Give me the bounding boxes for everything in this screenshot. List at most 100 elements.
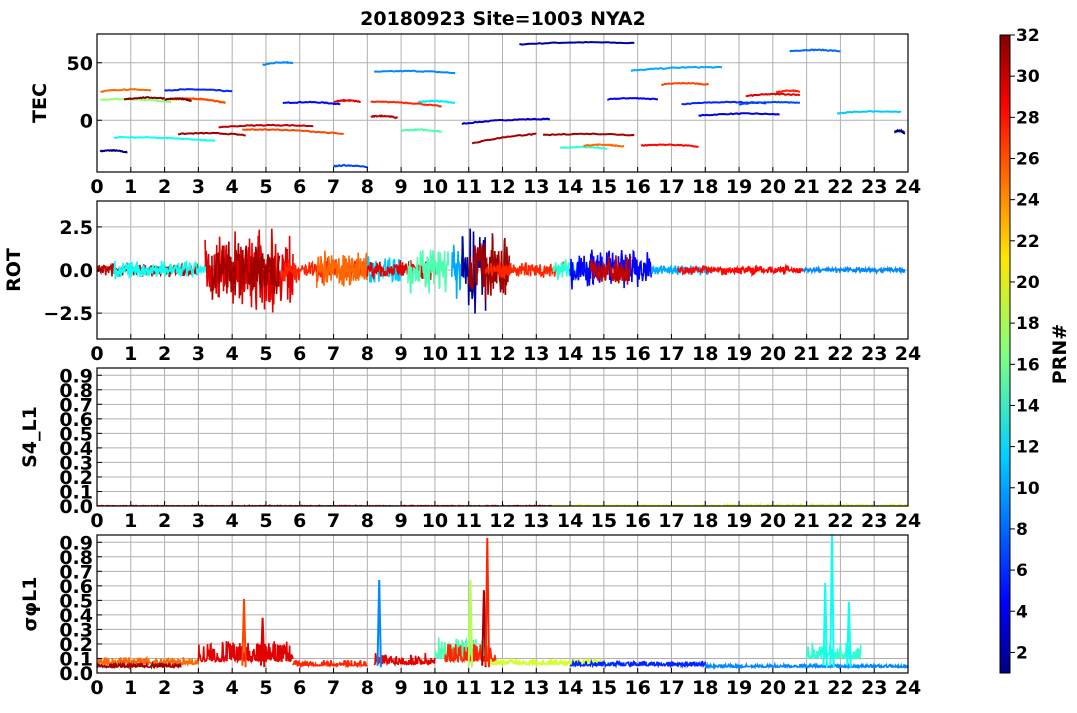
y-tick-label: 2.5 — [59, 217, 93, 239]
tec-series-prn-14 — [559, 145, 608, 150]
x-tick-label: 11 — [455, 176, 481, 198]
x-tick-label: 19 — [726, 343, 752, 365]
x-tick-label: 8 — [361, 176, 374, 198]
series-prn-28 — [677, 262, 804, 278]
x-tick-label: 20 — [760, 343, 786, 365]
colorbar-ticks: 2468101214161820222426283032 — [1010, 26, 1040, 663]
panel-1: 0 1 2 3 4 5 6 7 8 9 10 11 12 13 14 15 16 17 18 19 20 21 22 23 24… — [29, 33, 921, 198]
tec-series-prn-26 — [661, 81, 709, 86]
x-tick-label: 8 — [361, 677, 374, 699]
x-tick-label: 16 — [624, 343, 650, 365]
x-tick-label: 24 — [895, 677, 921, 699]
series-prn-27 — [292, 659, 368, 669]
y-tick-label: 0.9 — [59, 532, 93, 554]
y-axis-label: ROT — [3, 248, 25, 292]
x-tick-label: 4 — [226, 510, 239, 532]
x-tick-label: 5 — [259, 176, 272, 198]
x-tick-label: 21 — [793, 677, 819, 699]
x-tick-label: 13 — [523, 510, 549, 532]
x-tick-label: 21 — [793, 176, 819, 198]
x-tick-label: 7 — [327, 343, 340, 365]
x-tick-label: 6 — [293, 677, 306, 699]
colorbar-gradient — [999, 34, 1011, 674]
tec-series-prn-31 — [471, 132, 537, 145]
x-tick-label: 24 — [895, 510, 921, 532]
x-tick-label: 4 — [226, 343, 239, 365]
tec-series-prn-31 — [178, 131, 246, 137]
x-tick-label: 18 — [692, 677, 718, 699]
x-tick-label: 7 — [327, 677, 340, 699]
x-tick-label: 21 — [793, 343, 819, 365]
x-tick-label: 10 — [422, 677, 448, 699]
x-tick-label: 20 — [760, 677, 786, 699]
x-tick-label: 12 — [489, 343, 515, 365]
y-axis-label: σφL1 — [19, 577, 41, 632]
colorbar-tick-label: 26 — [1016, 149, 1040, 169]
x-tick-label: 13 — [523, 677, 549, 699]
x-tick-label: 18 — [692, 343, 718, 365]
series-prn-15 — [407, 249, 450, 294]
x-tick-label: 22 — [827, 343, 853, 365]
colorbar-label: PRN# — [1049, 324, 1071, 384]
x-tick-label: 14 — [557, 176, 583, 198]
y-tick-label: 0.0 — [59, 260, 93, 282]
y-tick-label: 50 — [67, 53, 93, 75]
x-tick-label: 5 — [259, 677, 272, 699]
x-tick-label: 7 — [327, 510, 340, 532]
colorbar-tick-label: 8 — [1016, 520, 1028, 540]
series-prn-9 — [802, 265, 906, 276]
y-tick-label: −2.5 — [43, 303, 93, 325]
x-tick-label: 16 — [624, 510, 650, 532]
panels: 0 1 2 3 4 5 6 7 8 9 10 11 12 13 14 15 16 17 18 19 20 21 22 23 24… — [3, 33, 921, 699]
x-tick-label: 2 — [158, 176, 171, 198]
x-tick-label: 2 — [158, 510, 171, 532]
x-tick-label: 14 — [557, 343, 583, 365]
y-tick-label: 0 — [80, 110, 93, 132]
x-tick-label: 4 — [226, 677, 239, 699]
x-tick-label: 22 — [827, 176, 853, 198]
x-tick-label: 6 — [293, 176, 306, 198]
plot-area — [97, 228, 906, 314]
tec-series-prn-11 — [836, 110, 902, 115]
x-tick-label: 1 — [124, 510, 137, 532]
panel-4: 0 1 2 3 4 5 6 7 8 9 10 11 12 13 14 15 16 17 18 19 20 21 22 23 24… — [19, 532, 921, 699]
x-tick-label: 20 — [760, 176, 786, 198]
x-tick-label: 11 — [455, 677, 481, 699]
y-axis-label: TEC — [29, 83, 51, 123]
x-tick-label: 6 — [293, 510, 306, 532]
x-tick-label: 17 — [658, 343, 684, 365]
x-tick-label: 15 — [591, 343, 617, 365]
tec-series-prn-5 — [282, 100, 341, 106]
tec-series-prn-26 — [242, 128, 344, 135]
x-tick-label: 19 — [726, 176, 752, 198]
tec-series-prn-10 — [630, 65, 723, 72]
figure-title: 20180923 Site=1003 NYA2 — [360, 8, 646, 30]
panel-3: 0 1 2 3 4 5 6 7 8 9 10 11 12 13 14 15 16 17 18 19 20 21 22 23 24… — [19, 365, 921, 532]
x-tick-label: 8 — [361, 343, 374, 365]
colorbar-tick-label: 10 — [1016, 479, 1040, 499]
x-tick-label: 3 — [192, 176, 205, 198]
x-tick-label: 23 — [861, 176, 887, 198]
tec-series-prn-5 — [607, 96, 659, 101]
x-tick-label: 7 — [327, 176, 340, 198]
tec-series-prn-32 — [124, 96, 166, 101]
x-tick-label: 24 — [895, 343, 921, 365]
x-tick-label: 2 — [158, 343, 171, 365]
colorbar-tick-label: 30 — [1016, 67, 1040, 87]
tec-series-prn-29 — [333, 98, 361, 104]
x-tick-label: 24 — [895, 176, 921, 198]
x-tick-label: 6 — [293, 343, 306, 365]
x-tick-label: 9 — [395, 343, 408, 365]
tec-series-prn-1 — [99, 149, 128, 154]
x-tick-label: 16 — [624, 176, 650, 198]
x-tick-label: 20 — [760, 510, 786, 532]
x-tick-label: 14 — [557, 677, 583, 699]
x-tick-label: 23 — [861, 510, 887, 532]
x-tick-label: 17 — [658, 176, 684, 198]
x-tick-label: 17 — [658, 510, 684, 532]
tec-series-prn-7 — [333, 163, 368, 169]
x-tick-label: 15 — [591, 176, 617, 198]
x-tick-label: 15 — [591, 677, 617, 699]
x-tick-label: 10 — [422, 343, 448, 365]
tec-series-prn-30 — [370, 114, 398, 120]
